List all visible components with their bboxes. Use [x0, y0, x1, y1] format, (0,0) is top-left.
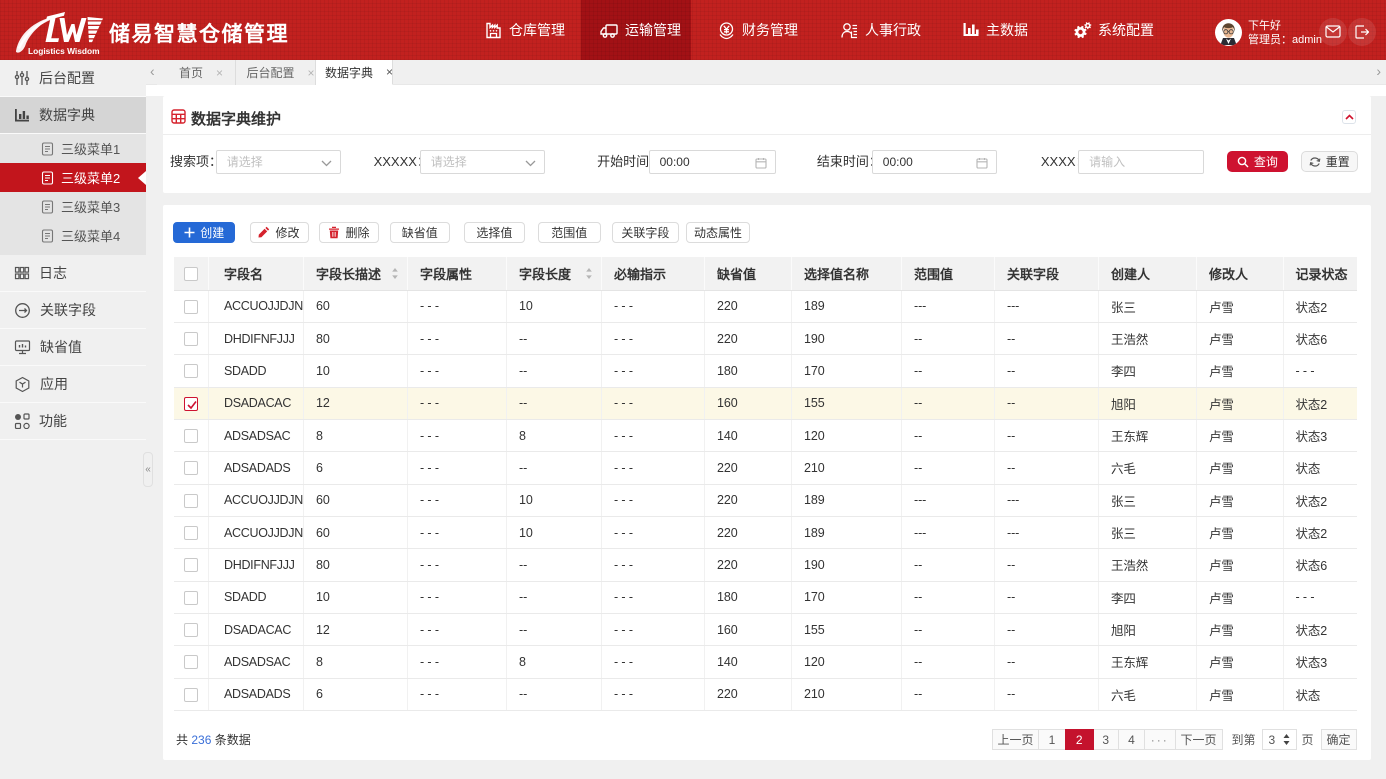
svg-text:Logistics Wisdom: Logistics Wisdom — [28, 46, 100, 56]
